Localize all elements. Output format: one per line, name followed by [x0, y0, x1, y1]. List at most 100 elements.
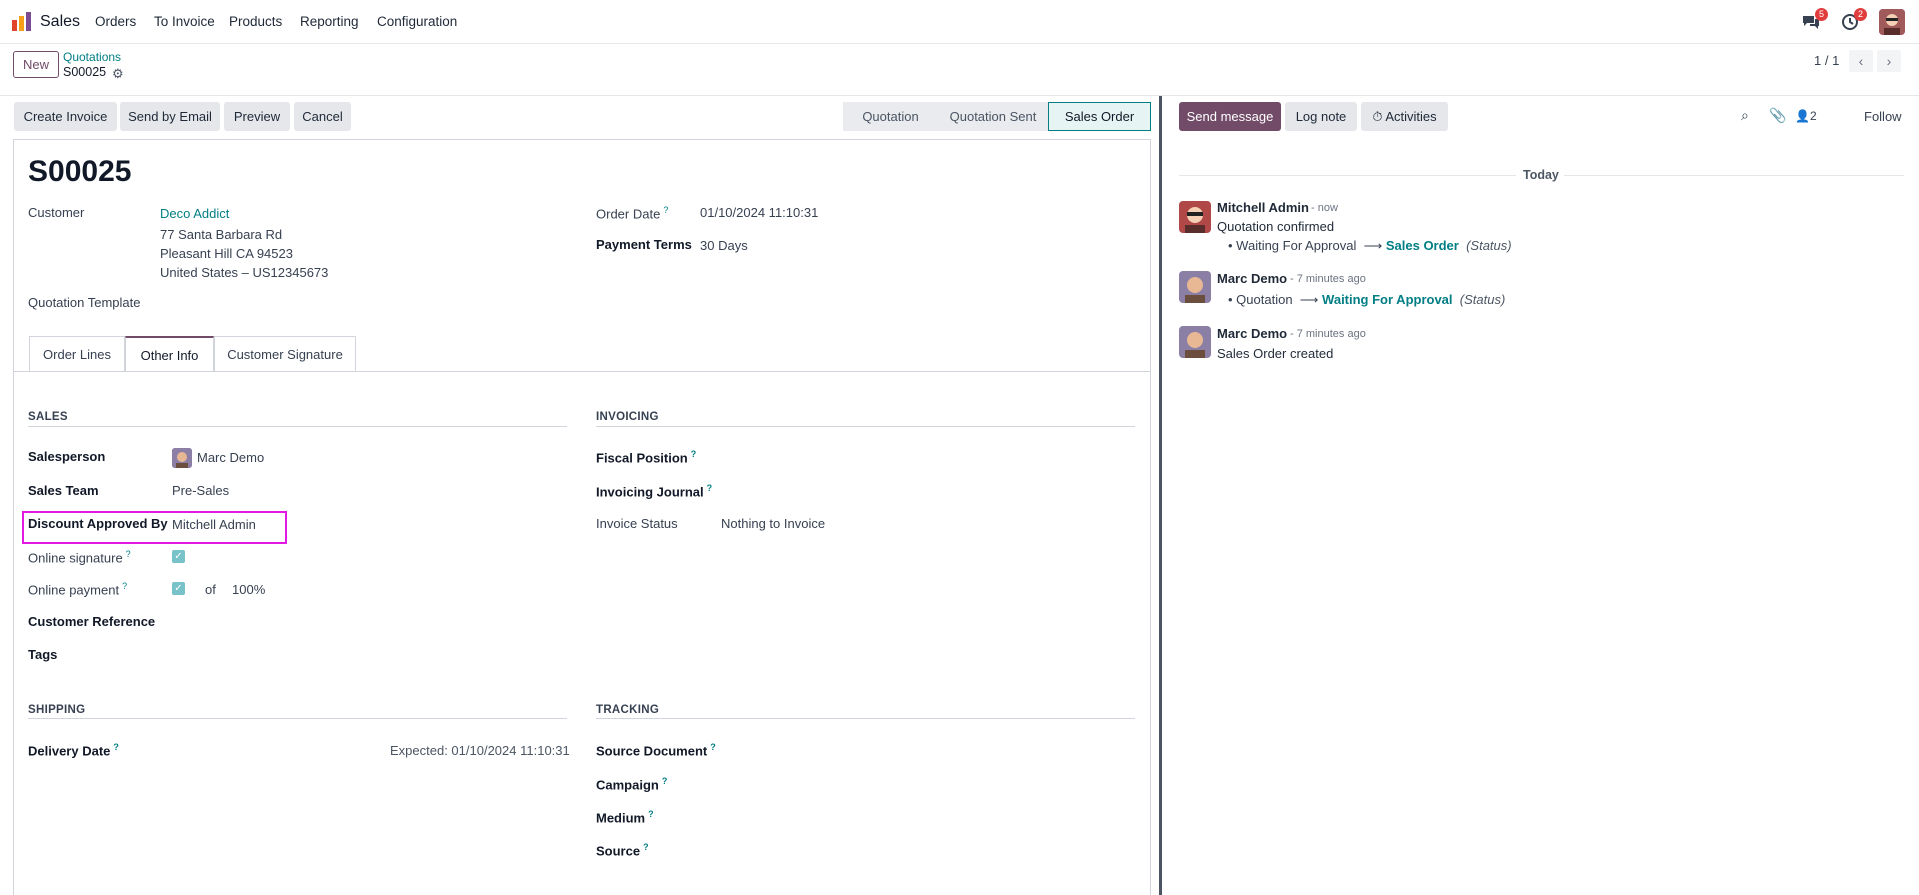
gear-icon[interactable]: ⚙	[112, 66, 124, 82]
record-title: S00025	[28, 155, 132, 188]
help-icon[interactable]: ?	[648, 809, 654, 819]
breadcrumb-quotations[interactable]: Quotations	[63, 50, 121, 64]
log-note-button[interactable]: Log note	[1285, 102, 1357, 131]
customer-link[interactable]: Deco Addict	[160, 206, 229, 221]
help-icon[interactable]: ?	[707, 483, 713, 493]
arrow-right-icon: ⟶	[1299, 292, 1319, 307]
sales-divider	[28, 426, 567, 427]
stage-sales-order[interactable]: Sales Order	[1048, 102, 1151, 131]
breadcrumb-current: S00025	[63, 65, 107, 79]
message-author[interactable]: Mitchell Admin	[1217, 200, 1309, 215]
source-document-label: Source Document?	[596, 742, 716, 759]
online-payment-of: of	[205, 582, 216, 597]
cancel-button[interactable]: Cancel	[294, 102, 351, 131]
clock-icon: ⏱	[1372, 109, 1383, 124]
salesperson-label: Salesperson	[28, 449, 106, 464]
online-payment-label: Online payment?	[28, 581, 128, 598]
messages-icon[interactable]: 5	[1801, 8, 1828, 32]
message-author[interactable]: Marc Demo	[1217, 271, 1287, 286]
payment-terms-value[interactable]: 30 Days	[700, 238, 748, 253]
menu-products[interactable]: Products	[229, 14, 282, 29]
menu-orders[interactable]: Orders	[95, 14, 136, 29]
create-invoice-button[interactable]: Create Invoice	[14, 102, 117, 131]
paperclip-icon[interactable]: 📎	[1769, 107, 1786, 124]
discount-approved-value[interactable]: Mitchell Admin	[172, 517, 256, 532]
pager-previous-icon[interactable]: ‹	[1849, 50, 1873, 72]
control-panel: New Quotations S00025 ⚙ 1 / 1 ‹ ›	[0, 44, 1919, 96]
date-separator-right	[1564, 175, 1904, 176]
panel-splitter[interactable]	[1159, 96, 1162, 895]
tracking-section-title: TRACKING	[596, 704, 660, 716]
message-body: Quotation confirmed	[1217, 219, 1335, 234]
menu-to-invoice[interactable]: To Invoice	[154, 14, 215, 29]
activities-button[interactable]: ⏱ Activities	[1361, 102, 1448, 131]
discount-approved-label: Discount Approved By	[28, 516, 168, 531]
delivery-expected: Expected: 01/10/2024 11:10:31	[390, 743, 570, 758]
pager-value[interactable]: 1 / 1	[1814, 53, 1839, 68]
tags-label: Tags	[28, 647, 58, 662]
online-payment-percent[interactable]: 100%	[232, 582, 265, 597]
pager-next-icon[interactable]: ›	[1877, 50, 1901, 72]
message-time: - 7 minutes ago	[1290, 328, 1366, 340]
help-icon[interactable]: ?	[643, 842, 649, 852]
message-author[interactable]: Marc Demo	[1217, 326, 1287, 341]
menu-reporting[interactable]: Reporting	[300, 14, 359, 29]
customer-address-line3: United States – US12345673	[160, 265, 329, 280]
tabs-divider	[14, 371, 1150, 372]
invoicing-journal-label: Invoicing Journal?	[596, 483, 713, 500]
date-separator-left	[1179, 175, 1516, 176]
sales-app-icon[interactable]	[11, 12, 33, 32]
help-icon[interactable]: ?	[691, 449, 697, 459]
user-avatar[interactable]	[1879, 9, 1905, 35]
help-icon[interactable]: ?	[710, 742, 716, 752]
payment-terms-label: Payment Terms	[596, 237, 692, 252]
online-payment-checkbox[interactable]: ✓	[172, 582, 185, 595]
online-signature-checkbox[interactable]: ✓	[172, 550, 185, 563]
order-date-label: Order Date?	[596, 205, 669, 222]
message-time: - 7 minutes ago	[1290, 273, 1366, 285]
shipping-section-title: SHIPPING	[28, 704, 86, 716]
preview-button[interactable]: Preview	[224, 102, 290, 131]
activities-icon[interactable]: 2	[1840, 8, 1867, 32]
tab-customer-signature[interactable]: Customer Signature	[214, 336, 356, 371]
invoice-status-value: Nothing to Invoice	[721, 516, 826, 531]
source-label: Source?	[596, 842, 649, 859]
activities-badge: 2	[1854, 8, 1867, 21]
new-button[interactable]: New	[13, 51, 59, 78]
app-name[interactable]: Sales	[40, 13, 80, 31]
sales-team-value[interactable]: Pre-Sales	[172, 483, 229, 498]
followers-button[interactable]: 👤2	[1795, 109, 1817, 123]
customer-address-line1: 77 Santa Barbara Rd	[160, 227, 283, 242]
customer-address-line2: Pleasant Hill CA 94523	[160, 246, 293, 261]
stage-quotation-sent[interactable]: Quotation Sent	[938, 102, 1048, 131]
help-icon[interactable]: ?	[662, 776, 668, 786]
invoice-status-label: Invoice Status	[596, 516, 678, 531]
help-icon[interactable]: ?	[122, 581, 127, 591]
message-time: - now	[1311, 202, 1338, 214]
order-date-value[interactable]: 01/10/2024 11:10:31	[700, 205, 818, 220]
date-separator: Today	[1523, 168, 1559, 182]
message-avatar	[1179, 326, 1211, 358]
menu-configuration[interactable]: Configuration	[377, 14, 457, 29]
tracking-divider	[596, 718, 1135, 719]
sales-team-label: Sales Team	[28, 483, 99, 498]
stage-quotation[interactable]: Quotation	[843, 102, 938, 131]
follow-button[interactable]: Follow	[1864, 109, 1902, 124]
search-icon[interactable]: ⌕	[1741, 107, 1749, 124]
fiscal-position-label: Fiscal Position?	[596, 449, 697, 466]
shipping-divider	[28, 718, 567, 719]
arrow-right-icon: ⟶	[1363, 238, 1383, 253]
send-message-button[interactable]: Send message	[1179, 102, 1281, 131]
message-avatar	[1179, 201, 1211, 233]
send-by-email-button[interactable]: Send by Email	[120, 102, 220, 131]
help-icon[interactable]: ?	[663, 205, 668, 215]
campaign-label: Campaign?	[596, 776, 668, 793]
message-body: Sales Order created	[1217, 346, 1334, 361]
tab-order-lines[interactable]: Order Lines	[29, 336, 125, 371]
quotation-template-label: Quotation Template	[28, 295, 141, 310]
tab-other-info[interactable]: Other Info	[125, 336, 214, 371]
help-icon[interactable]: ?	[126, 549, 131, 559]
medium-label: Medium?	[596, 809, 654, 826]
salesperson-value[interactable]: Marc Demo	[197, 450, 264, 465]
help-icon[interactable]: ?	[113, 742, 119, 752]
